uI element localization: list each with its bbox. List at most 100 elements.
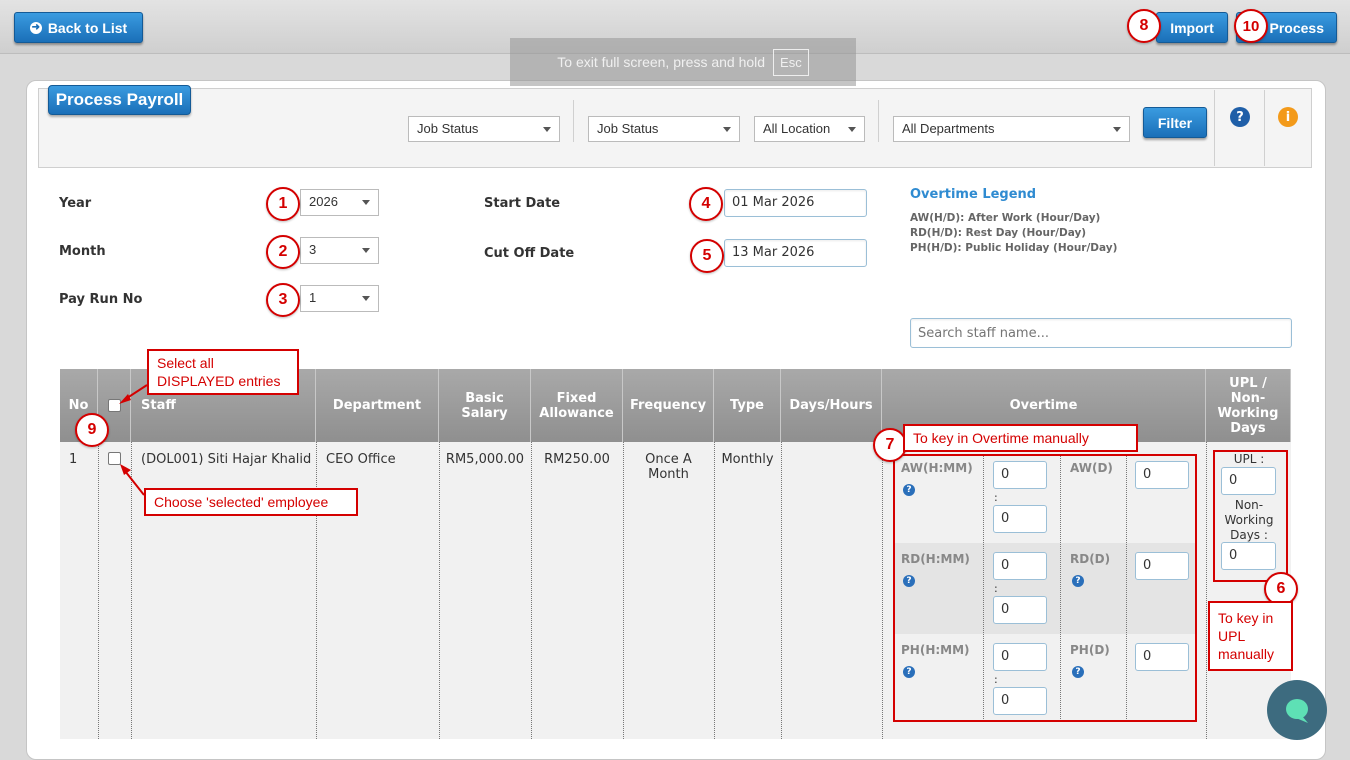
job-status-select-2[interactable]: Job Status (588, 116, 740, 142)
col-no-label: No (68, 398, 89, 413)
select-all-callout: Select all DISPLAYED entries (147, 349, 299, 395)
help-icon[interactable]: ? (1230, 107, 1250, 127)
col-divider (714, 442, 715, 739)
chevron-down-icon (362, 296, 370, 301)
col-overtime-label: Overtime (1009, 398, 1078, 413)
row-fixed-allowance: RM250.00 (544, 452, 610, 467)
search-staff-input[interactable] (910, 318, 1292, 348)
col-divider (781, 442, 782, 739)
filter-button[interactable]: Filter (1143, 107, 1207, 138)
annotation-badge-8: 8 (1127, 9, 1161, 43)
col-upl-label: UPL / Non-Working Days (1217, 375, 1279, 436)
year-label: Year (59, 196, 92, 211)
fullscreen-hint-text: To exit full screen, press and hold (557, 54, 766, 70)
row-frequency: Once A Month (645, 452, 692, 482)
col-divider (439, 442, 440, 739)
month-select[interactable]: 3 (300, 237, 379, 264)
fullscreen-exit-hint: To exit full screen, press and hold Esc (510, 38, 856, 86)
chevron-down-icon (848, 127, 856, 132)
chevron-down-icon (362, 248, 370, 253)
col-frequency: Frequency (623, 369, 714, 442)
col-divider (131, 442, 132, 739)
col-days-hours: Days/Hours (781, 369, 882, 442)
col-basic-salary-label: Basic Salary (461, 390, 508, 421)
row-select-checkbox[interactable] (108, 452, 121, 465)
row-staff[interactable]: (DOL001) Siti Hajar Khalid (141, 452, 311, 467)
departments-select[interactable]: All Departments (893, 116, 1130, 142)
process-label: Process (1269, 19, 1324, 36)
col-fixed-allowance-label: Fixed Allowance (539, 390, 614, 421)
divider (878, 100, 879, 142)
row-basic-salary: RM5,000.00 (445, 452, 525, 467)
annotation-badge-1: 1 (266, 187, 300, 221)
chat-widget-button[interactable] (1267, 680, 1327, 740)
start-date-label: Start Date (484, 196, 561, 211)
cut-off-date-input[interactable]: 13 Mar 2026 (724, 239, 867, 267)
col-divider (882, 442, 883, 739)
col-divider (623, 442, 624, 739)
legend-rd: RD(H/D): Rest Day (Hour/Day) (910, 227, 1087, 239)
overtime-legend-title: Overtime Legend (910, 187, 1037, 202)
divider (1264, 90, 1265, 166)
choose-employee-callout: Choose 'selected' employee (144, 488, 358, 516)
annotation-badge-4: 4 (689, 187, 723, 221)
job-status-select-1[interactable]: Job Status (408, 116, 560, 142)
job-status-1-value: Job Status (417, 121, 479, 136)
overtime-callout: To key in Overtime manually (903, 424, 1138, 452)
legend-ph: PH(H/D): Public Holiday (Hour/Day) (910, 242, 1118, 254)
location-select[interactable]: All Location (754, 116, 865, 142)
location-value: All Location (763, 121, 831, 136)
departments-value: All Departments (902, 121, 995, 136)
cut-off-date-label: Cut Off Date (484, 246, 575, 261)
col-fixed-allowance: Fixed Allowance (531, 369, 623, 442)
annotation-badge-9: 9 (75, 413, 109, 447)
col-frequency-label: Frequency (629, 398, 707, 413)
pay-run-value: 1 (309, 290, 317, 305)
import-label: Import (1170, 19, 1214, 36)
back-to-list-button[interactable]: ➜ Back to List (14, 12, 143, 43)
back-to-list-label: Back to List (47, 19, 128, 36)
col-department: Department (316, 369, 439, 442)
col-basic-salary: Basic Salary (439, 369, 531, 442)
col-type-label: Type (730, 398, 764, 413)
chevron-down-icon (543, 127, 551, 132)
upl-callout: To key in UPL manually (1208, 601, 1293, 671)
annotation-badge-7: 7 (873, 428, 907, 462)
annotation-badge-10: 10 (1234, 9, 1268, 43)
annotation-badge-3: 3 (266, 283, 300, 317)
pay-run-label: Pay Run No (59, 292, 143, 307)
annotation-badge-2: 2 (266, 235, 300, 269)
col-staff-label: Staff (141, 398, 176, 413)
col-upl: UPL / Non-Working Days (1206, 369, 1291, 442)
col-divider (1206, 442, 1207, 739)
year-select[interactable]: 2026 (300, 189, 379, 216)
divider (1214, 90, 1215, 166)
select-all-checkbox[interactable] (108, 399, 121, 412)
chat-bubble-icon (1286, 699, 1308, 723)
esc-key: Esc (773, 48, 809, 76)
chevron-down-icon (723, 127, 731, 132)
filter-label: Filter (1157, 114, 1193, 131)
annotation-badge-5: 5 (690, 239, 724, 273)
chevron-down-icon (362, 200, 370, 205)
year-value: 2026 (309, 194, 338, 209)
info-icon[interactable]: i (1278, 107, 1298, 127)
col-department-label: Department (332, 398, 422, 413)
upl-highlight (1213, 450, 1288, 582)
row-no: 1 (69, 452, 78, 467)
col-days-hours-label: Days/Hours (789, 398, 873, 413)
row-type: Monthly (721, 452, 774, 467)
import-button[interactable]: Import (1156, 12, 1228, 43)
pay-run-select[interactable]: 1 (300, 285, 379, 312)
col-divider (316, 442, 317, 739)
page-title: Process Payroll (48, 85, 191, 115)
chevron-down-icon (1113, 127, 1121, 132)
month-label: Month (59, 244, 106, 259)
col-type: Type (714, 369, 781, 442)
start-date-input[interactable]: 01 Mar 2026 (724, 189, 867, 217)
back-arrow-icon: ➜ (29, 21, 42, 34)
legend-aw: AW(H/D): After Work (Hour/Day) (910, 212, 1101, 224)
col-divider (98, 442, 99, 739)
row-department: CEO Office (326, 452, 396, 467)
job-status-2-value: Job Status (597, 121, 659, 136)
